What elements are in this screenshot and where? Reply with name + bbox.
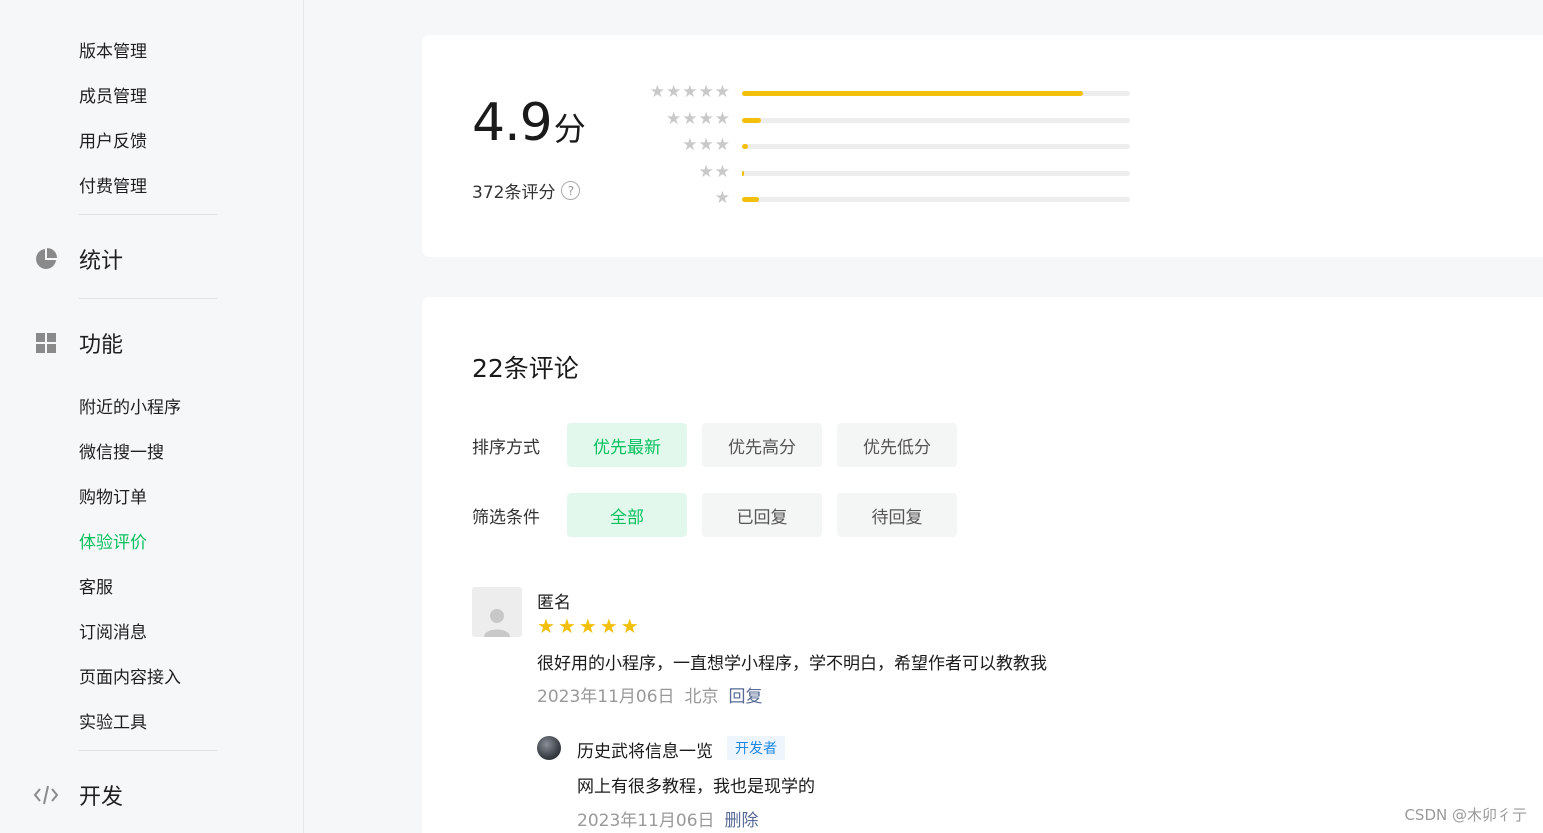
- gray-star-icon: ★: [682, 135, 698, 155]
- reply-button[interactable]: 回复: [729, 682, 763, 707]
- distribution-stars: ★ ★: [699, 163, 731, 181]
- gray-star-icon: ★: [698, 109, 714, 129]
- comments-card: 22条评论 排序方式 优先最新 优先高分 优先低分 筛选条件 全部 已回复 待回…: [422, 297, 1543, 833]
- sort-label: 排序方式: [472, 438, 540, 458]
- gray-star-icon: ★: [714, 162, 730, 182]
- distribution-row-1-star: ★: [634, 189, 1134, 209]
- rating-summary-card: 4.9 分 372条评分 ? ★ ★ ★ ★ ★ ★ ★ ★ ★ ★ ★ ★ ★ ★ ★: [422, 35, 1543, 257]
- sort-option-newest[interactable]: 优先最新: [567, 423, 687, 467]
- star-icon: ★: [620, 614, 639, 638]
- comment-date: 2023年11月06日: [537, 687, 675, 707]
- sidebar: 版本管理 成员管理 用户反馈 付费管理 统计 功能 附近的小程序 微信搜一搜 购…: [0, 0, 304, 833]
- distribution-bar-track: [742, 171, 1130, 176]
- distribution-row-4-star: ★ ★ ★ ★: [634, 110, 1134, 130]
- sidebar-item-subscribe[interactable]: 订阅消息: [79, 618, 147, 643]
- sidebar-section-label: 开发: [79, 785, 124, 810]
- watermark: CSDN @木卯彳亍: [1404, 806, 1527, 824]
- gray-star-icon: ★: [682, 82, 698, 102]
- comment-text: 很好用的小程序，一直想学小程序，学不明白，希望作者可以教教我: [537, 654, 1047, 674]
- reply-author: 历史武将信息一览: [577, 742, 713, 762]
- sidebar-item-experiment[interactable]: 实验工具: [79, 708, 147, 733]
- gray-star-icon: ★: [649, 82, 665, 102]
- comment-meta: 2023年11月06日 北京 回复: [537, 682, 763, 707]
- distribution-row-3-star: ★ ★ ★: [634, 136, 1134, 156]
- sidebar-item-search[interactable]: 微信搜一搜: [79, 438, 164, 463]
- reply-meta: 2023年11月06日 删除: [577, 806, 759, 831]
- distribution-bar-fill: [742, 171, 744, 176]
- filter-label: 筛选条件: [472, 508, 540, 528]
- distribution-bar-fill: [742, 144, 748, 149]
- gray-star-icon: ★: [698, 162, 714, 182]
- sidebar-item-orders[interactable]: 购物订单: [79, 483, 147, 508]
- sort-option-low[interactable]: 优先低分: [837, 423, 957, 467]
- distribution-bar-track: [742, 197, 1130, 202]
- sidebar-section-features[interactable]: 功能: [33, 330, 123, 358]
- comments-title: 22条评论: [472, 354, 579, 383]
- distribution-bar-fill: [742, 197, 760, 202]
- gray-star-icon: ★: [714, 82, 730, 102]
- sidebar-item-nearby[interactable]: 附近的小程序: [79, 393, 181, 418]
- distribution-row-5-star: ★ ★ ★ ★ ★: [634, 83, 1134, 103]
- average-score: 4.9 分: [472, 93, 586, 153]
- sidebar-item-service[interactable]: 客服: [79, 573, 113, 598]
- reply-date: 2023年11月06日: [577, 811, 715, 831]
- gray-star-icon: ★: [666, 109, 682, 129]
- distribution-stars: ★: [715, 189, 730, 207]
- sidebar-section-label: 功能: [79, 333, 124, 358]
- grid-icon: [33, 330, 59, 356]
- filter-option-all[interactable]: 全部: [567, 493, 687, 537]
- sidebar-item-content[interactable]: 页面内容接入: [79, 663, 181, 688]
- distribution-bar-track: [742, 91, 1130, 96]
- sidebar-item-payment[interactable]: 付费管理: [79, 172, 147, 197]
- sidebar-divider: [79, 214, 217, 215]
- code-icon: [33, 782, 59, 808]
- star-icon: ★: [557, 614, 576, 638]
- gray-star-icon: ★: [714, 135, 730, 155]
- sidebar-divider: [79, 298, 217, 299]
- user-placeholder-icon: [484, 609, 510, 637]
- score-value: 4.9: [472, 93, 553, 153]
- gray-star-icon: ★: [682, 109, 698, 129]
- rating-count: 372条评分 ?: [472, 178, 581, 203]
- developer-badge: 开发者: [727, 736, 785, 760]
- gray-star-icon: ★: [698, 82, 714, 102]
- gray-star-icon: ★: [698, 135, 714, 155]
- gray-star-icon: ★: [666, 82, 682, 102]
- score-unit: 分: [553, 110, 586, 148]
- distribution-bar-track: [742, 118, 1130, 123]
- distribution-bar-fill: [742, 91, 1084, 96]
- delete-button[interactable]: 删除: [725, 806, 759, 831]
- sidebar-section-label: 统计: [79, 249, 124, 274]
- star-icon: ★: [537, 614, 555, 638]
- comment-author: 匿名: [537, 593, 571, 613]
- pie-chart-icon: [33, 246, 59, 272]
- star-icon: ★: [599, 614, 618, 638]
- comment-location: 北京: [684, 687, 719, 707]
- sidebar-item-feedback[interactable]: 用户反馈: [79, 127, 147, 152]
- sidebar-section-dev[interactable]: 开发: [33, 782, 123, 810]
- question-circle-icon[interactable]: ?: [561, 181, 581, 200]
- filter-option-replied[interactable]: 已回复: [702, 493, 822, 537]
- gray-star-icon: ★: [714, 109, 730, 129]
- developer-avatar: [537, 736, 561, 760]
- distribution-stars: ★ ★ ★ ★: [666, 110, 730, 128]
- star-icon: ★: [578, 614, 597, 638]
- distribution-bar-fill: [742, 118, 762, 123]
- comment-stars: ★ ★ ★ ★ ★: [537, 615, 639, 637]
- sidebar-item-reviews[interactable]: 体验评价: [79, 528, 147, 553]
- sidebar-divider: [79, 750, 217, 751]
- sidebar-item-version[interactable]: 版本管理: [79, 37, 147, 62]
- reply-text: 网上有很多教程，我也是现学的: [577, 777, 815, 797]
- rating-count-text: 372条评分: [472, 183, 556, 203]
- distribution-row-2-star: ★ ★: [634, 163, 1134, 183]
- sidebar-section-stats[interactable]: 统计: [33, 246, 123, 274]
- avatar: [472, 587, 522, 637]
- sidebar-item-members[interactable]: 成员管理: [79, 82, 147, 107]
- distribution-bar-track: [742, 144, 1130, 149]
- sort-option-high[interactable]: 优先高分: [702, 423, 822, 467]
- distribution-stars: ★ ★ ★: [682, 136, 730, 154]
- gray-star-icon: ★: [714, 188, 730, 208]
- distribution-stars: ★ ★ ★ ★ ★: [650, 83, 730, 101]
- filter-option-pending[interactable]: 待回复: [837, 493, 957, 537]
